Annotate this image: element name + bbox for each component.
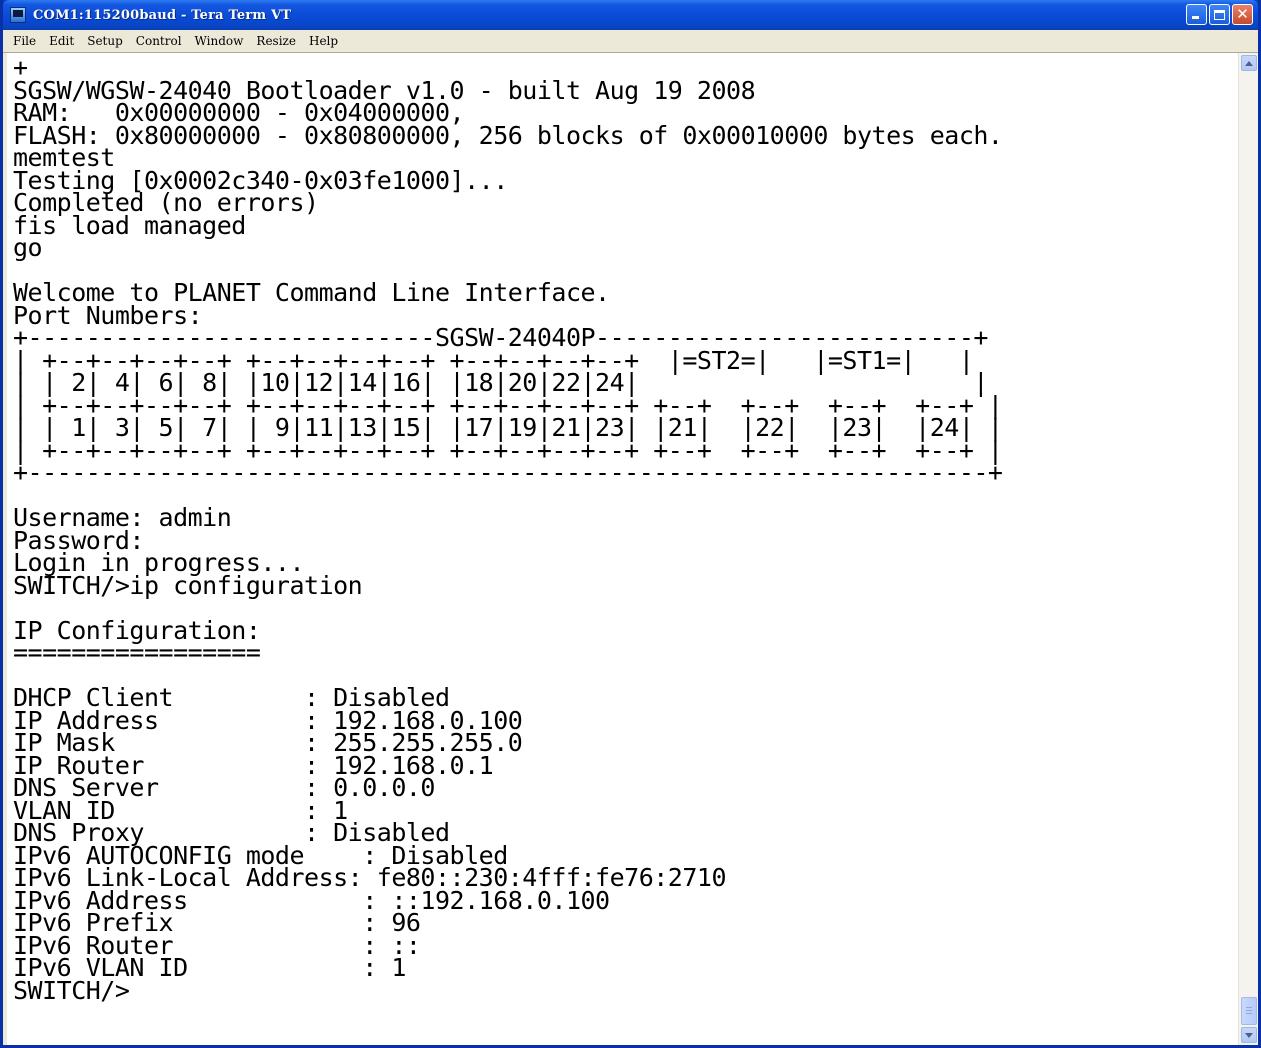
terminal-line: +---------------------------------------… [13,458,1003,487]
terminal-output: + SGSW/WGSW-24040 Bootloader v1.0 - built… [13,55,1003,1005]
terminal-window: COM1:115200baud - Tera Term VT ✕ File Ed… [0,0,1261,1048]
thumb-grip-line [1246,1007,1252,1008]
menu-edit[interactable]: Edit [43,34,80,48]
terminal-line: fis load managed [13,210,246,240]
minimize-icon [1192,16,1199,19]
menu-bar: File Edit Setup Control Window Resize He… [3,30,1258,53]
terminal-frame: + SGSW/WGSW-24040 Bootloader v1.0 - built… [3,53,1258,1045]
scroll-up-button[interactable] [1241,55,1257,71]
thumb-grip-line [1246,1013,1252,1014]
maximize-icon [1214,9,1225,20]
menu-help[interactable]: Help [303,34,344,48]
menu-window[interactable]: Window [189,34,250,48]
scroll-down-arrow-icon [1245,1032,1253,1038]
scroll-down-button[interactable] [1241,1027,1257,1043]
terminal-line: IPv6 VLAN ID : 1 [13,953,406,982]
title-bar[interactable]: COM1:115200baud - Tera Term VT ✕ [3,0,1258,30]
terminal-line: Username: admin [13,503,232,532]
window-title: COM1:115200baud - Tera Term VT [33,7,292,23]
terminal-line: FLASH: 0x80000000 - 0x80800000, 256 bloc… [13,120,1003,150]
close-button[interactable]: ✕ [1232,4,1253,25]
terminal-line: SWITCH/>ip configuration [13,570,363,600]
terminal-line: ================= [13,638,261,667]
terminal-line: SWITCH/> [13,975,130,1005]
scroll-thumb[interactable] [1241,997,1257,1025]
vertical-scrollbar[interactable] [1238,53,1258,1045]
menu-control[interactable]: Control [130,34,188,48]
terminal-area[interactable]: + SGSW/WGSW-24040 Bootloader v1.0 - built… [7,53,1240,1045]
menu-setup[interactable]: Setup [81,34,129,48]
tera-term-icon[interactable] [10,7,26,23]
menu-resize[interactable]: Resize [250,34,302,48]
terminal-line: go [13,233,43,262]
close-icon: ✕ [1236,5,1249,23]
minimize-button[interactable] [1186,4,1207,25]
window-controls: ✕ [1186,4,1253,25]
menu-file[interactable]: File [7,34,42,48]
thumb-grip-line [1246,1010,1252,1011]
maximize-button[interactable] [1209,4,1230,25]
scroll-up-arrow-icon [1245,60,1253,66]
